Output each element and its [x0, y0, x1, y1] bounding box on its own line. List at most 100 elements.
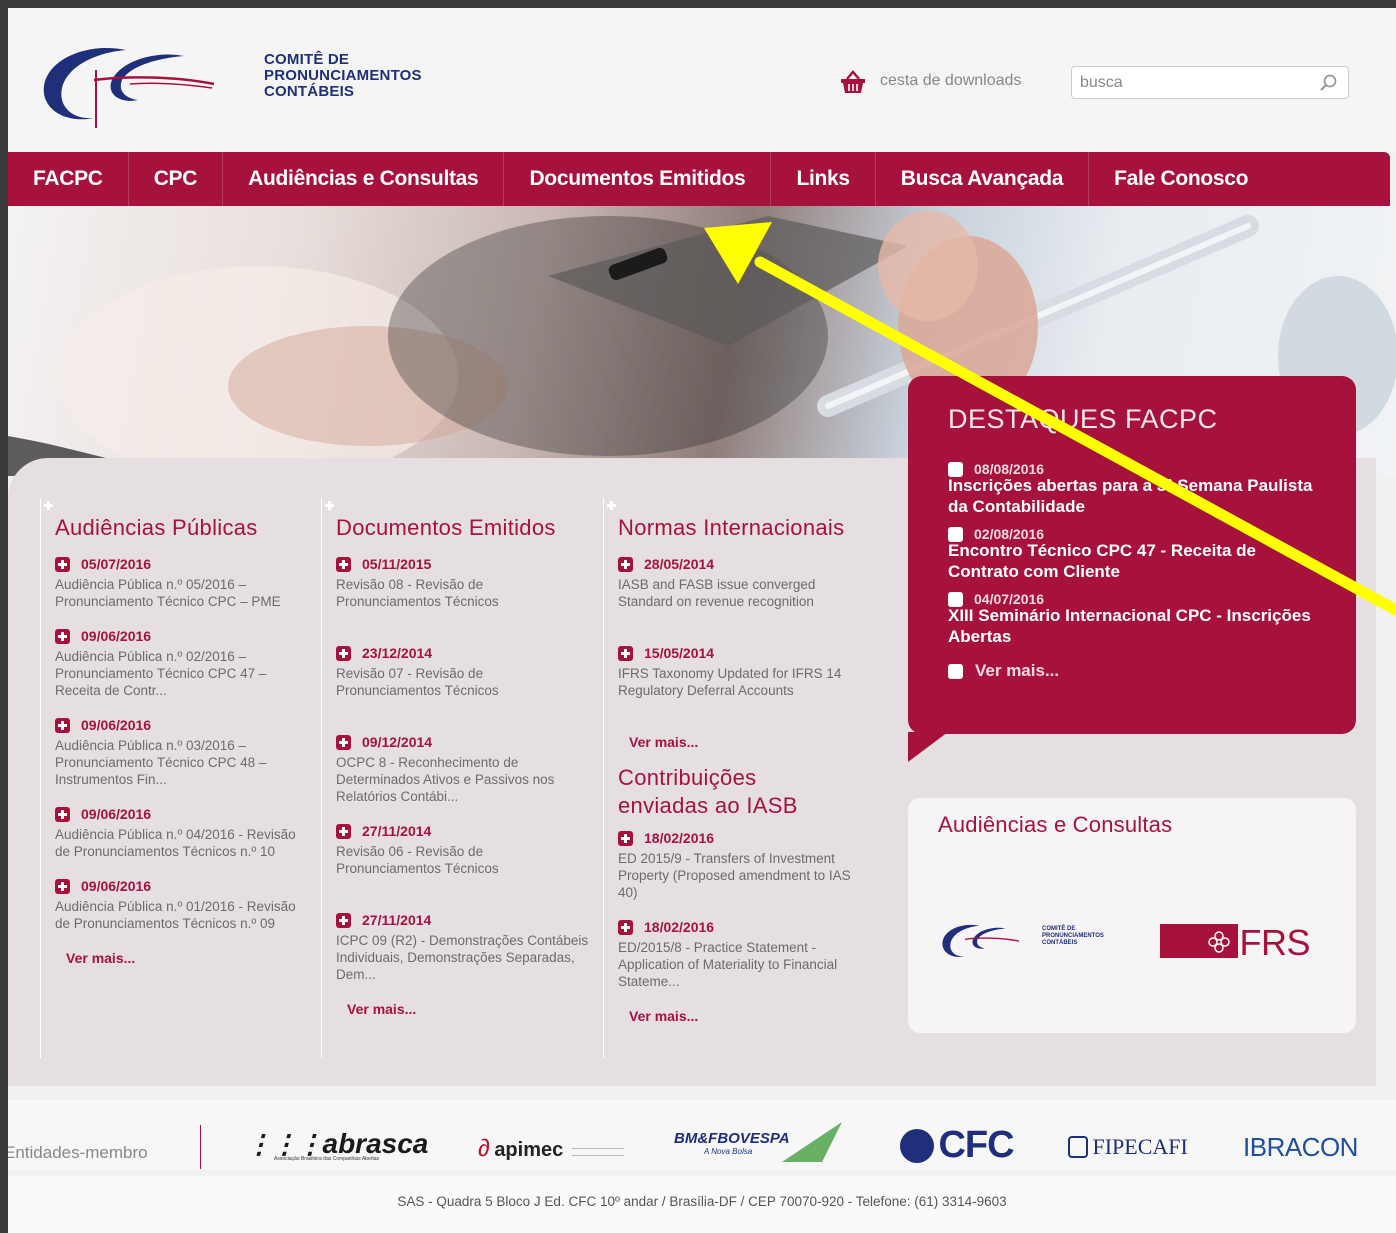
ver-mais-link[interactable]: Ver mais... [618, 1008, 873, 1024]
fipecafi-logo[interactable]: FIPECAFI [1068, 1134, 1188, 1160]
news-text[interactable]: IFRS Taxonomy Updated for IFRS 14 Regula… [618, 665, 873, 716]
abrasca-logo[interactable]: ⋮⋮⋮abrasca Associação Brasileira das Com… [246, 1128, 428, 1162]
cpc-logo-text: COMITÊ DE PRONUNCIAMENTOS CONTÁBEIS [1042, 926, 1104, 946]
ver-mais-link[interactable]: Ver mais... [948, 661, 1316, 681]
news-date: 27/11/2014 [362, 823, 432, 839]
news-date: 18/02/2016 [644, 919, 715, 935]
news-item[interactable]: 05/07/2016 Audiência Pública n.º 05/2016… [55, 556, 310, 610]
bmfbovespa-logo[interactable]: BM&FBOVESPA A Nova Bolsa [674, 1122, 842, 1162]
nav-facpc[interactable]: FACPC [8, 152, 129, 206]
news-item[interactable]: 09/06/2016 Audiência Pública n.º 01/2016… [55, 878, 310, 932]
news-item[interactable]: 23/12/2014 Revisão 07 - Revisão de Pronu… [336, 645, 591, 716]
cpc-logo[interactable] [938, 918, 1028, 966]
search-input[interactable] [1071, 66, 1349, 99]
plus-icon [948, 663, 963, 679]
news-text[interactable]: Revisão 06 - Revisão de Pronunciamentos … [336, 843, 591, 894]
plus-icon [55, 556, 70, 572]
news-item[interactable]: 09/06/2016 Audiência Pública n.º 03/2016… [55, 717, 310, 788]
nav-fale-conosco[interactable]: Fale Conosco [1089, 152, 1273, 206]
search-icon[interactable] [1318, 73, 1338, 93]
ibracon-logo[interactable]: IBRACON [1243, 1132, 1358, 1163]
news-text[interactable]: Revisão 08 - Revisão de Pronunciamentos … [336, 576, 591, 627]
news-date: 09/06/2016 [81, 628, 152, 644]
news-text[interactable]: Audiência Pública n.º 01/2016 - Revisão … [55, 898, 310, 932]
plus-icon [55, 717, 70, 733]
news-item[interactable]: 09/06/2016 Audiência Pública n.º 04/2016… [55, 806, 310, 860]
ver-mais-link[interactable]: Ver mais... [618, 734, 873, 750]
news-date: 23/12/2014 [362, 645, 433, 661]
news-text[interactable]: ED/2015/8 - Practice Statement - Applica… [618, 939, 873, 990]
news-text[interactable]: Audiência Pública n.º 02/2016 – Pronunci… [55, 648, 310, 699]
box-title[interactable]: Audiências e Consultas [938, 812, 1326, 838]
news-item[interactable]: 09/12/2014 OCPC 8 - Reconhecimento de De… [336, 734, 591, 805]
nav-documentos-emitidos[interactable]: Documentos Emitidos [504, 152, 772, 206]
ifrs-logo[interactable]: IFRS [1160, 922, 1320, 963]
destaque-item[interactable]: 02/08/2016 Encontro Técnico CPC 47 - Rec… [948, 526, 1316, 582]
news-date: 05/07/2016 [81, 556, 152, 572]
plus-icon [618, 830, 633, 846]
news-item[interactable]: 18/02/2016 ED/2015/8 - Practice Statemen… [618, 919, 873, 990]
destaque-item[interactable]: 08/08/2016 Inscrições abertas para a 3ª … [948, 461, 1316, 517]
nav-links[interactable]: Links [771, 152, 876, 206]
ver-mais-label: Ver mais... [975, 661, 1060, 680]
news-item[interactable]: 05/11/2015 Revisão 08 - Revisão de Pronu… [336, 556, 591, 627]
main-nav: FACPC CPC Audiências e Consultas Documen… [8, 152, 1390, 206]
news-date: 09/06/2016 [81, 717, 152, 733]
ver-mais-link[interactable]: Ver mais... [55, 950, 310, 966]
news-date: 15/05/2014 [644, 645, 715, 661]
news-date: 18/02/2016 [644, 830, 715, 846]
destaque-text[interactable]: Inscrições abertas para a 3ª Semana Paul… [948, 475, 1316, 517]
news-date: 28/05/2014 [644, 556, 715, 572]
site-header: COMITÊ DE PRONUNCIAMENTOS CONTÁBEIS cest… [8, 8, 1396, 153]
ver-mais-label: Ver mais... [629, 734, 699, 750]
news-item[interactable]: 09/06/2016 Audiência Pública n.º 02/2016… [55, 628, 310, 699]
news-text[interactable]: Revisão 07 - Revisão de Pronunciamentos … [336, 665, 591, 716]
news-item[interactable]: 27/11/2014 Revisão 06 - Revisão de Pronu… [336, 823, 591, 894]
basket-icon[interactable] [840, 70, 866, 94]
nav-audiencias-consultas[interactable]: Audiências e Consultas [223, 152, 505, 206]
member-entities-strip: Entidades-membro ⋮⋮⋮abrasca Associação B… [8, 1100, 1396, 1170]
separator [200, 1125, 201, 1169]
news-text[interactable]: IASB and FASB issue converged Standard o… [618, 576, 873, 627]
apimec-logo[interactable]: ∂ apimec [478, 1135, 624, 1163]
cfc-logo[interactable]: CFC [900, 1124, 1015, 1167]
org-name[interactable]: COMITÊ DE PRONUNCIAMENTOS CONTÁBEIS [264, 52, 422, 100]
news-item[interactable]: 15/05/2014 IFRS Taxonomy Updated for IFR… [618, 645, 873, 716]
news-date: 09/06/2016 [81, 806, 152, 822]
plus-icon [55, 878, 70, 894]
destaque-text[interactable]: Encontro Técnico CPC 47 - Receita de Con… [948, 540, 1316, 582]
ver-mais-label: Ver mais... [66, 950, 136, 966]
news-text[interactable]: Audiência Pública n.º 05/2016 – Pronunci… [55, 576, 310, 610]
column-title: Contribuições enviadas ao IASB [618, 765, 798, 818]
plus-icon [618, 919, 633, 935]
nav-cpc[interactable]: CPC [129, 152, 224, 206]
destaques-panel: DESTAQUES FACPC 08/08/2016 Inscrições ab… [908, 376, 1356, 762]
news-text[interactable]: Audiência Pública n.º 03/2016 – Pronunci… [55, 737, 310, 788]
plus-icon [336, 645, 351, 661]
plus-icon [618, 556, 633, 572]
news-text[interactable]: OCPC 8 - Reconhecimento de Determinados … [336, 754, 591, 805]
ver-mais-label: Ver mais... [347, 1001, 417, 1017]
destaque-text[interactable]: XIII Seminário Internacional CPC - Inscr… [948, 605, 1316, 647]
nav-busca-avancada[interactable]: Busca Avançada [876, 152, 1090, 206]
ver-mais-label: Ver mais... [629, 1008, 699, 1024]
ver-mais-link[interactable]: Ver mais... [336, 1001, 591, 1017]
downloads-basket-link[interactable]: cesta de downloads [880, 72, 1021, 90]
news-date: 27/11/2014 [362, 912, 432, 928]
news-text[interactable]: Audiência Pública n.º 04/2016 - Revisão … [55, 826, 310, 860]
news-item[interactable]: 27/11/2014 ICPC 09 (R2) - Demonstrações … [336, 912, 591, 983]
news-item[interactable]: 18/02/2016 ED 2015/9 - Transfers of Inve… [618, 830, 873, 901]
destaque-item[interactable]: 04/07/2016 XIII Seminário Internacional … [948, 591, 1316, 647]
news-text[interactable]: ICPC 09 (R2) - Demonstrações Contábeis I… [336, 932, 591, 983]
org-name-line: COMITÊ DE [264, 51, 350, 68]
plus-icon [336, 823, 351, 839]
org-name-line: CONTÁBEIS [264, 83, 355, 100]
plus-icon [55, 628, 70, 644]
plus-icon [336, 912, 351, 928]
news-date: 09/12/2014 [362, 734, 433, 750]
audiencias-consultas-box: Audiências e Consultas COMITÊ DE PRONUNC… [908, 798, 1356, 1033]
cpc-logo[interactable] [34, 36, 234, 136]
news-item[interactable]: 28/05/2014 IASB and FASB issue converged… [618, 556, 873, 627]
news-text[interactable]: ED 2015/9 - Transfers of Investment Prop… [618, 850, 873, 901]
plus-icon [55, 806, 70, 822]
